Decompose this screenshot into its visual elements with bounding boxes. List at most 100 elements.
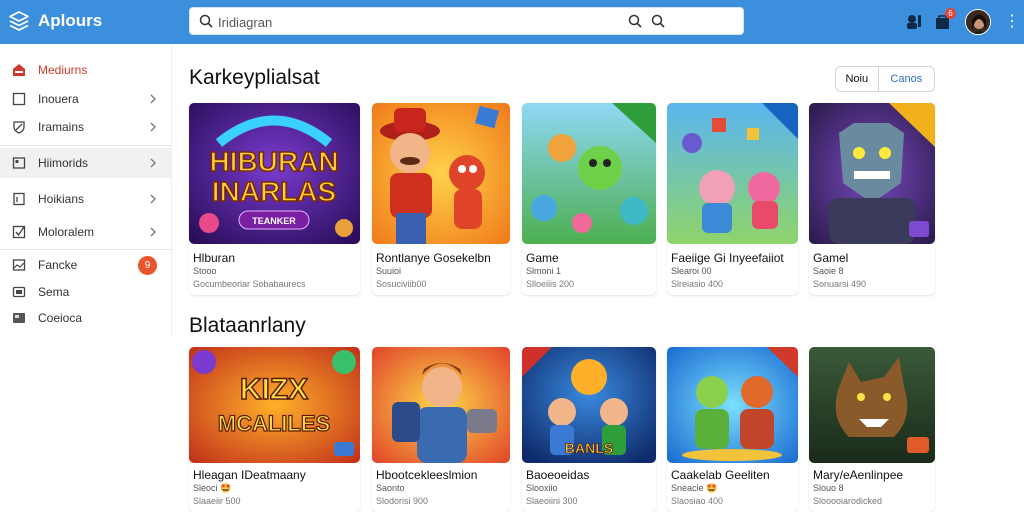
chevron-right-icon (150, 194, 156, 204)
card-title: Mary/eAenlinpee (813, 468, 904, 482)
sidebar-item-coeioca[interactable]: Coeioca (0, 303, 172, 333)
sidebar-item-label: Inouera (38, 92, 79, 106)
top-bar: Aplours 6 ⋮ (0, 0, 1024, 44)
game-thumbnail[interactable] (372, 347, 510, 463)
chevron-right-icon (150, 122, 156, 132)
card-title: Hbootcekleeslmion (376, 468, 478, 482)
game-card[interactable]: Mary/eAenlinpee Slouo 8 Slooooiarodicked (809, 347, 935, 512)
svg-text:MCALILES: MCALILES (218, 411, 330, 436)
card-title: Hleagan IDeatmaany (193, 468, 306, 482)
shield-icon (13, 121, 25, 134)
cart-badge: 6 (945, 8, 956, 19)
game-thumbnail[interactable] (809, 347, 935, 463)
game-thumbnail[interactable] (667, 347, 798, 463)
game-thumbnail[interactable]: BANLS (522, 347, 656, 463)
game-card[interactable]: KIZX MCALILES Hleagan IDeatmaany Sleoci … (189, 347, 360, 512)
card-meta: Slaosiao 400 (671, 496, 724, 506)
game-card[interactable]: Caakelab Geeliten Sneacie 🤩 Slaosiao 400 (667, 347, 798, 512)
card-subtitle: Suuioi (376, 266, 402, 276)
game-thumbnail[interactable] (522, 103, 656, 244)
card-title: Faeiige Gi Inyeefaiiot (671, 251, 784, 265)
sidebar: Mediurns Inouera Iramains Hiimorids Hoik… (0, 44, 172, 336)
search-bar[interactable] (189, 7, 744, 35)
card-title: Rontlanye Gosekelbn (376, 251, 491, 265)
svg-text:TEANKER: TEANKER (252, 216, 296, 226)
video-icon (12, 286, 26, 298)
sidebar-item-mediurns[interactable]: Mediurns (0, 55, 172, 85)
toggle-noiu-button[interactable]: Noiu (836, 67, 879, 91)
game-card[interactable]: Gamel Saoie 8 Sonuarsi 490 (809, 103, 935, 295)
sidebar-item-iramains[interactable]: Iramains (0, 112, 172, 142)
sidebar-item-hiimorids[interactable]: Hiimorids (0, 148, 172, 178)
sidebar-item-label: Hoikians (38, 192, 85, 206)
game-card[interactable]: HIBURAN INARLAS TEANKER Hlburan Stooo Go… (189, 103, 360, 295)
document-icon (13, 192, 25, 206)
card-subtitle: Saonto (376, 483, 405, 493)
card-title: Baoeoeidas (526, 468, 590, 482)
game-card[interactable]: Rontlanye Gosekelbn Suuioi Sosuciviib00 (372, 103, 510, 295)
avatar[interactable] (965, 9, 991, 35)
notification-badge: 9 (138, 255, 157, 275)
game-card[interactable]: BANLS Baoeoeidas Slooxiio Slaeoiini 300 (522, 347, 656, 512)
sidebar-item-label: Iramains (38, 120, 85, 134)
card-title: Gamel (813, 251, 849, 265)
sidebar-item-label: Mediurns (38, 63, 88, 77)
card-subtitle: Slooxiio (526, 483, 558, 493)
game-thumbnail[interactable]: HIBURAN INARLAS TEANKER (189, 103, 360, 244)
game-thumbnail[interactable]: KIZX MCALILES (189, 347, 360, 463)
svg-text:KIZX: KIZX (240, 373, 308, 406)
tools-icon[interactable] (904, 12, 924, 32)
game-card[interactable]: Game Slmoni 1 Slloeiiis 200 (522, 103, 656, 295)
console-icon (13, 313, 25, 323)
search-icon[interactable] (651, 14, 665, 28)
card-meta: Slreiasio 400 (671, 279, 724, 289)
sidebar-item-label: Coeioca (38, 311, 83, 325)
card-meta: Slooooiarodicked (813, 496, 883, 506)
search-icon[interactable] (628, 14, 642, 28)
app-name: Aplours (38, 11, 103, 30)
card-subtitle: Slouo 8 (813, 483, 844, 493)
search-icon (199, 14, 213, 28)
image-icon (12, 259, 26, 271)
card-title: Hlburan (193, 251, 236, 265)
game-thumbnail[interactable] (667, 103, 798, 244)
sidebar-item-label: Sema (38, 285, 70, 299)
svg-text:HIBURAN: HIBURAN (209, 146, 338, 177)
card-meta: Slloeiiis 200 (526, 279, 575, 289)
search-input[interactable] (218, 12, 598, 32)
card-subtitle: Slearoi 00 (671, 266, 712, 276)
more-menu-icon[interactable]: ⋮ (1004, 12, 1020, 32)
game-card[interactable]: Faeiige Gi Inyeefaiiot Slearoi 00 Slreia… (667, 103, 798, 295)
card-title: Caakelab Geeliten (671, 468, 770, 482)
sidebar-item-inouera[interactable]: Inouera (0, 84, 172, 114)
square-icon (12, 92, 26, 106)
chevron-right-icon (150, 94, 156, 104)
sidebar-item-moloralem[interactable]: Moloralem (0, 217, 172, 247)
check-box-icon (12, 225, 26, 239)
game-thumbnail[interactable] (809, 103, 935, 244)
card-subtitle: Sneacie 🤩 (671, 483, 718, 493)
card-meta: Sosuciviib00 (376, 279, 427, 289)
section-title: Blataanrlany (189, 314, 306, 337)
card-meta: Slaeoiini 300 (526, 496, 578, 506)
app-logo[interactable]: Aplours (8, 10, 102, 32)
sidebar-item-label: Hiimorids (38, 156, 89, 170)
toggle-canos-button[interactable]: Canos (878, 67, 934, 91)
sidebar-item-fancke[interactable]: Fancke 9 (0, 250, 172, 280)
avatar-image (966, 10, 990, 34)
sidebar-item-label: Fancke (38, 258, 78, 272)
card-meta: Sonuarsi 490 (813, 279, 867, 289)
card-meta: Gocumbeoriar Sobabaurecs (193, 279, 306, 289)
sidebar-item-hoikians[interactable]: Hoikians (0, 184, 172, 214)
view-toggle[interactable]: Noiu Canos (835, 66, 935, 92)
game-card[interactable]: Hbootcekleeslmion Saonto Slodorisi 900 (372, 347, 510, 512)
layers-icon (9, 11, 29, 31)
card-icon (12, 157, 26, 169)
card-subtitle: Sleoci 🤩 (193, 483, 232, 493)
svg-text:INARLAS: INARLAS (212, 176, 336, 207)
divider (0, 145, 172, 146)
svg-text:BANLS: BANLS (565, 440, 613, 456)
card-meta: Slodorisi 900 (376, 496, 429, 506)
game-thumbnail[interactable] (372, 103, 510, 244)
chevron-right-icon (150, 227, 156, 237)
